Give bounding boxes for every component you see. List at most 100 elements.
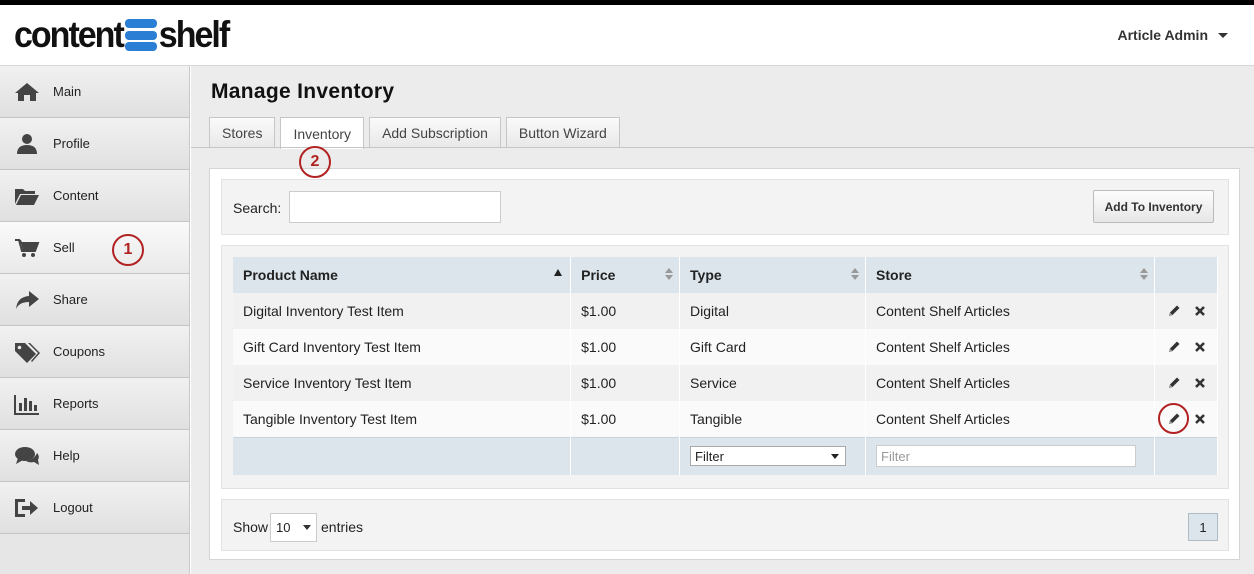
delete-x-icon[interactable] bbox=[1193, 340, 1207, 354]
sidebar-item-label: Reports bbox=[53, 396, 99, 411]
cell-product-name: Digital Inventory Test Item bbox=[233, 293, 572, 329]
chevron-down-icon bbox=[303, 525, 311, 530]
user-menu[interactable]: Article Admin bbox=[1117, 27, 1228, 43]
filter-cell-type: Filter bbox=[679, 436, 867, 475]
cell-actions bbox=[1154, 329, 1219, 365]
sidebar-item-label: Content bbox=[53, 188, 99, 203]
chevron-down-icon bbox=[831, 453, 840, 459]
column-header-product-name[interactable]: Product Name bbox=[233, 257, 572, 293]
sidebar-item-main[interactable]: Main bbox=[0, 66, 189, 118]
column-header-label: Store bbox=[876, 267, 912, 283]
tab-button-wizard[interactable]: Button Wizard bbox=[505, 117, 620, 148]
store-filter-input[interactable]: Filter bbox=[876, 445, 1137, 468]
sidebar-item-share[interactable]: Share bbox=[0, 274, 189, 326]
filter-cell-empty bbox=[1154, 436, 1219, 475]
header: content shelf Article Admin bbox=[0, 5, 1254, 66]
type-filter-value: Filter bbox=[695, 448, 724, 464]
table-row: Tangible Inventory Test Item $1.00 Tangi… bbox=[233, 401, 1219, 437]
share-icon bbox=[14, 289, 40, 311]
cell-actions bbox=[1154, 365, 1219, 401]
tab-add-subscription[interactable]: Add Subscription bbox=[369, 117, 501, 148]
type-filter-select[interactable]: Filter bbox=[690, 446, 847, 467]
add-to-inventory-button[interactable]: Add To Inventory bbox=[1093, 190, 1214, 223]
page-size-value: 10 bbox=[276, 520, 291, 535]
filter-cell-empty bbox=[570, 436, 681, 475]
delete-x-icon[interactable] bbox=[1193, 412, 1207, 426]
cell-price: $1.00 bbox=[570, 293, 681, 329]
shopping-cart-icon bbox=[14, 237, 40, 259]
delete-x-icon[interactable] bbox=[1193, 304, 1207, 318]
cell-store: Content Shelf Articles bbox=[865, 293, 1155, 329]
cell-product-name: Service Inventory Test Item bbox=[233, 365, 572, 401]
column-header-price[interactable]: Price bbox=[570, 257, 681, 293]
home-icon bbox=[14, 81, 40, 103]
tab-bar: Stores Inventory Add Subscription Button… bbox=[209, 117, 620, 149]
logo-text-right: shelf bbox=[158, 13, 230, 56]
callout-highlight-edit bbox=[1158, 403, 1189, 434]
sidebar-item-logout[interactable]: Logout bbox=[0, 482, 189, 534]
page-size-select[interactable]: 10 bbox=[270, 513, 317, 542]
table-row: Gift Card Inventory Test Item $1.00 Gift… bbox=[233, 329, 1219, 365]
sidebar-item-reports[interactable]: Reports bbox=[0, 378, 189, 430]
cell-price: $1.00 bbox=[570, 365, 681, 401]
cell-type: Tangible bbox=[679, 401, 867, 437]
user-menu-label: Article Admin bbox=[1117, 27, 1209, 43]
sort-icon bbox=[1139, 268, 1148, 280]
sidebar-item-label: Logout bbox=[53, 500, 93, 515]
sidebar-item-label: Main bbox=[53, 84, 82, 99]
inventory-panel: Search: Add To Inventory Product Name Pr… bbox=[209, 168, 1240, 560]
cell-price: $1.00 bbox=[570, 329, 681, 365]
column-header-type[interactable]: Type bbox=[679, 257, 867, 293]
sidebar: Main Profile Content Sell Share Coupons … bbox=[0, 66, 190, 574]
logo-shelf-icon bbox=[124, 19, 157, 51]
user-icon bbox=[14, 133, 40, 155]
cell-store: Content Shelf Articles bbox=[865, 329, 1155, 365]
table-header-row: Product Name Price Type Store bbox=[233, 257, 1219, 293]
delete-x-icon[interactable] bbox=[1193, 376, 1207, 390]
sign-out-icon bbox=[14, 497, 40, 519]
search-bar: Search: Add To Inventory bbox=[221, 179, 1229, 235]
logo-text-left: content bbox=[14, 13, 125, 56]
tab-inventory[interactable]: Inventory bbox=[280, 117, 365, 149]
tab-stores[interactable]: Stores bbox=[209, 117, 276, 148]
sidebar-item-label: Sell bbox=[53, 240, 75, 255]
sidebar-item-coupons[interactable]: Coupons bbox=[0, 326, 189, 378]
table-row: Digital Inventory Test Item $1.00 Digita… bbox=[233, 293, 1219, 329]
folder-open-icon bbox=[14, 185, 40, 207]
cell-type: Gift Card bbox=[679, 329, 867, 365]
table-footer: Show 10 entries 1 bbox=[221, 499, 1229, 551]
bar-chart-icon bbox=[14, 393, 40, 415]
cell-type: Service bbox=[679, 365, 867, 401]
cell-store: Content Shelf Articles bbox=[865, 401, 1155, 437]
pagination-page-1[interactable]: 1 bbox=[1188, 513, 1218, 541]
edit-pencil-icon[interactable] bbox=[1167, 304, 1181, 318]
table-filter-row: Filter Filter bbox=[233, 436, 1219, 475]
callout-marker-2: 2 bbox=[299, 146, 331, 178]
sidebar-item-content[interactable]: Content bbox=[0, 170, 189, 222]
sidebar-item-label: Coupons bbox=[53, 344, 106, 359]
sort-icon bbox=[665, 268, 674, 280]
callout-marker-1: 1 bbox=[112, 234, 144, 266]
cell-product-name: Gift Card Inventory Test Item bbox=[233, 329, 572, 365]
search-input[interactable] bbox=[289, 191, 501, 223]
tab-divider bbox=[191, 147, 1254, 148]
edit-pencil-icon[interactable] bbox=[1167, 340, 1181, 354]
search-label: Search: bbox=[233, 200, 282, 216]
sort-icon bbox=[851, 268, 860, 280]
entries-label: entries bbox=[321, 519, 364, 535]
logo[interactable]: content shelf bbox=[14, 14, 230, 56]
sidebar-item-profile[interactable]: Profile bbox=[0, 118, 189, 170]
sidebar-item-label: Share bbox=[53, 292, 88, 307]
sidebar-item-help[interactable]: Help bbox=[0, 430, 189, 482]
filter-cell-store: Filter bbox=[865, 436, 1155, 475]
cell-store: Content Shelf Articles bbox=[865, 365, 1155, 401]
table-row: Service Inventory Test Item $1.00 Servic… bbox=[233, 365, 1219, 401]
column-header-store[interactable]: Store bbox=[865, 257, 1155, 293]
inventory-table-box: Product Name Price Type Store Digital In… bbox=[221, 245, 1229, 489]
page-title: Manage Inventory bbox=[211, 80, 395, 103]
cell-type: Digital bbox=[679, 293, 867, 329]
sidebar-item-sell[interactable]: Sell bbox=[0, 222, 189, 274]
cell-actions bbox=[1154, 293, 1219, 329]
sidebar-item-label: Profile bbox=[53, 136, 90, 151]
edit-pencil-icon[interactable] bbox=[1167, 376, 1181, 390]
